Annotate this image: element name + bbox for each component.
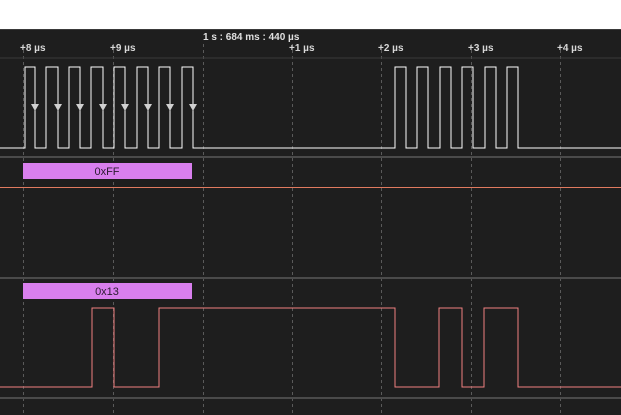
decoded-byte-label: 0x13: [95, 286, 119, 298]
absolute-time-label: 1 s : 684 ms : 440 µs: [203, 32, 300, 43]
channel-0-analyzer-row[interactable]: 0xFF: [23, 163, 192, 179]
tick-label-plus-4us: +4 µs: [557, 43, 583, 54]
sample-marker: [76, 104, 84, 111]
sample-marker: [121, 104, 129, 111]
decoded-byte-label: 0xFF: [94, 166, 119, 178]
sample-marker: [54, 104, 62, 111]
sample-marker: [166, 104, 174, 111]
sample-marker: [99, 104, 107, 111]
tick-label-plus-3us: +3 µs: [468, 43, 494, 54]
time-grid: [23, 44, 561, 415]
tick-label-plus-9us: +9 µs: [110, 43, 136, 54]
logic-analyzer-window: 1 s : 684 ms : 440 µs +8 µs +9 µs +1 µs …: [0, 0, 621, 415]
channel-0-waveform: [0, 66, 621, 149]
tick-label-plus-8us: +8 µs: [20, 43, 46, 54]
channel-1-waveform: [0, 307, 621, 388]
channel-0-track[interactable]: [0, 66, 621, 149]
sample-marker: [31, 104, 39, 111]
sample-marker: [144, 104, 152, 111]
tick-label-plus-2us: +2 µs: [378, 43, 404, 54]
channel-1-analyzer-row[interactable]: 0x13: [23, 283, 192, 299]
tick-label-plus-1us: +1 µs: [289, 43, 315, 54]
channel-1-track[interactable]: [0, 307, 621, 388]
waveform-canvas[interactable]: 1 s : 684 ms : 440 µs +8 µs +9 µs +1 µs …: [0, 0, 621, 415]
sample-marker: [189, 104, 197, 111]
